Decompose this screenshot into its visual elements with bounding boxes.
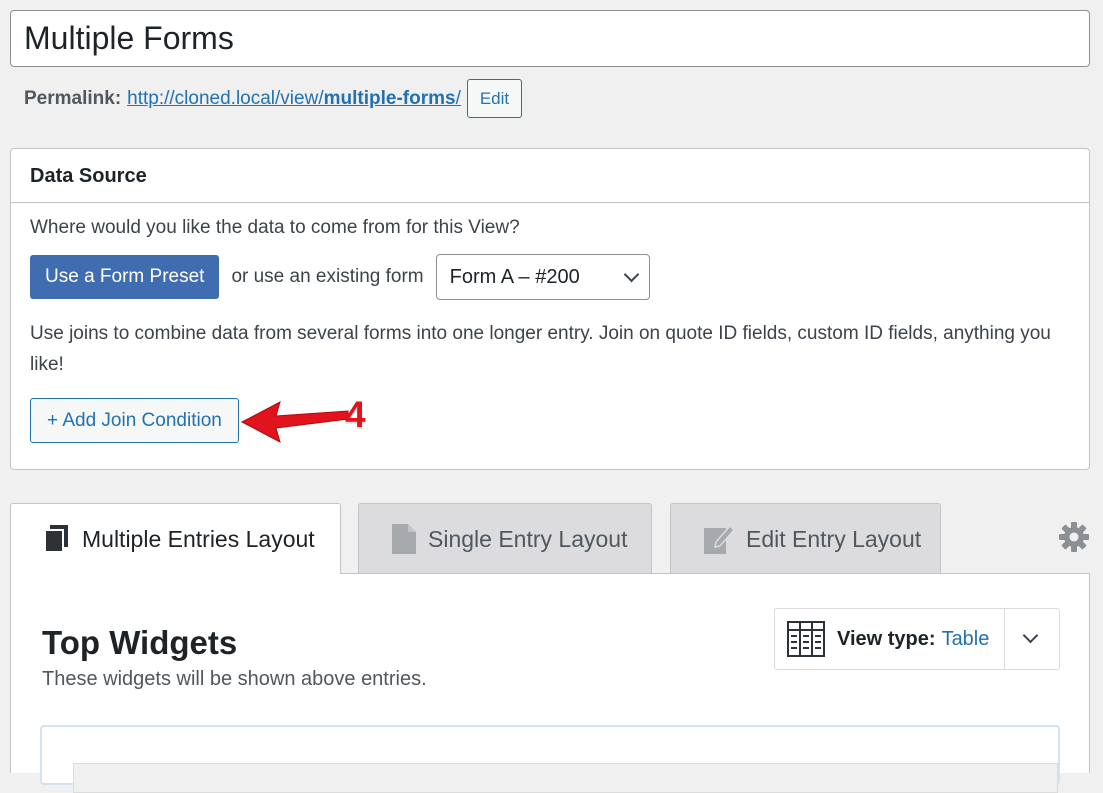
- permalink-label: Permalink:: [24, 87, 122, 109]
- view-type-divider: [1004, 609, 1005, 669]
- tab-single-entry[interactable]: Single Entry Layout: [358, 503, 652, 574]
- widget-row: [73, 763, 1058, 793]
- top-widgets-area: [40, 725, 1060, 793]
- edit-document-icon: [704, 524, 734, 554]
- or-existing-form-text: or use an existing form: [231, 266, 424, 287]
- add-join-condition-button[interactable]: + Add Join Condition: [30, 398, 239, 443]
- use-form-preset-button[interactable]: Use a Form Preset: [30, 255, 220, 299]
- permalink-url-suffix: /: [455, 87, 461, 109]
- form-select[interactable]: Form A – #200: [435, 254, 650, 300]
- post-title-input[interactable]: Multiple Forms: [10, 10, 1090, 67]
- tab-label: Edit Entry Layout: [746, 525, 922, 552]
- gear-icon[interactable]: [1058, 521, 1090, 558]
- annotation-arrow-icon: [240, 401, 349, 443]
- document-icon: [392, 524, 416, 554]
- table-icon: [787, 621, 825, 657]
- permalink-link[interactable]: http://cloned.local/view/multiple-forms/: [127, 88, 461, 110]
- tab-label: Single Entry Layout: [428, 525, 628, 552]
- joins-help-text: Use joins to combine data from several f…: [30, 323, 1051, 375]
- data-source-panel: Data Source Where would you like the dat…: [10, 148, 1090, 470]
- view-type-selector[interactable]: View type: Table: [774, 608, 1060, 670]
- chevron-down-icon[interactable]: [1022, 627, 1039, 644]
- tab-label: Multiple Entries Layout: [82, 525, 315, 552]
- multiple-entries-icon: [44, 525, 70, 553]
- layout-content: Top Widgets These widgets will be shown …: [10, 573, 1090, 793]
- permalink-slug: multiple-forms: [323, 87, 456, 109]
- edit-permalink-button[interactable]: Edit: [466, 79, 523, 118]
- top-widgets-title: Top Widgets: [42, 624, 238, 661]
- chevron-down-icon: [623, 266, 639, 282]
- permalink-url-prefix: http://cloned.local/view/: [127, 87, 324, 109]
- form-select-value: Form A – #200: [449, 265, 580, 288]
- tab-multiple-entries[interactable]: Multiple Entries Layout: [10, 503, 341, 574]
- top-widgets-description: These widgets will be shown above entrie…: [42, 668, 427, 690]
- view-type-value: Table: [941, 627, 990, 650]
- data-source-heading: Data Source: [11, 149, 1089, 203]
- layout-tabs: Multiple Entries Layout Single Entry Lay…: [10, 503, 1090, 574]
- data-source-question: Where would you like the data to come fr…: [30, 217, 520, 238]
- permalink-row: Permalink: http://cloned.local/view/mult…: [24, 79, 523, 118]
- tab-edit-entry[interactable]: Edit Entry Layout: [670, 503, 941, 574]
- annotation-step-number: 4: [345, 394, 366, 435]
- view-type-label: View type:: [837, 627, 936, 650]
